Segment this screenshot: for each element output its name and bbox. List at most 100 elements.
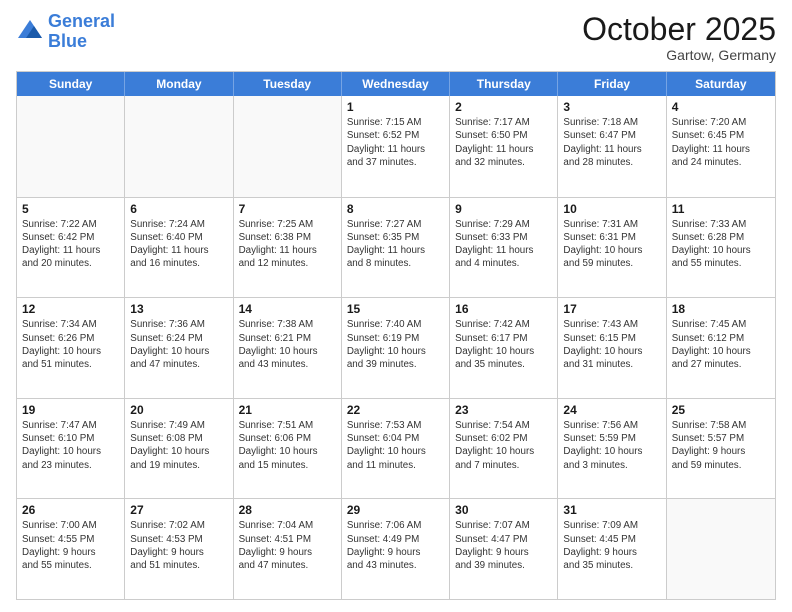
- cell-text: Sunrise: 7:54 AM Sunset: 6:02 PM Dayligh…: [455, 419, 552, 472]
- calendar-cell: 26 Sunrise: 7:00 AM Sunset: 4:55 PM Dayli…: [17, 499, 125, 599]
- day-number: 8: [347, 202, 444, 216]
- day-number: 7: [239, 202, 336, 216]
- calendar-cell: 7 Sunrise: 7:25 AM Sunset: 6:38 PM Daylig…: [234, 198, 342, 298]
- cell-text: Sunrise: 7:00 AM Sunset: 4:55 PM Dayligh…: [22, 519, 119, 572]
- cell-text: Sunrise: 7:40 AM Sunset: 6:19 PM Dayligh…: [347, 318, 444, 371]
- cell-text: Sunrise: 7:58 AM Sunset: 5:57 PM Dayligh…: [672, 419, 770, 472]
- calendar-body: 1 Sunrise: 7:15 AM Sunset: 6:52 PM Daylig…: [17, 96, 775, 599]
- cell-text: Sunrise: 7:29 AM Sunset: 6:33 PM Dayligh…: [455, 218, 552, 271]
- day-number: 1: [347, 100, 444, 114]
- day-number: 14: [239, 302, 336, 316]
- weekday-header: Thursday: [450, 72, 558, 96]
- location: Gartow, Germany: [582, 47, 776, 63]
- calendar-week: 5Sunrise: 7:22 AM Sunset: 6:42 PM Daylig…: [17, 197, 775, 298]
- cell-text: Sunrise: 7:17 AM Sunset: 6:50 PM Dayligh…: [455, 116, 552, 169]
- calendar-cell: 20 Sunrise: 7:49 AM Sunset: 6:08 PM Dayli…: [125, 399, 233, 499]
- day-number: 18: [672, 302, 770, 316]
- calendar-week: 1 Sunrise: 7:15 AM Sunset: 6:52 PM Daylig…: [17, 96, 775, 197]
- day-number: 28: [239, 503, 336, 517]
- logo-text: General Blue: [48, 12, 115, 52]
- weekday-header: Tuesday: [234, 72, 342, 96]
- calendar-cell: 29 Sunrise: 7:06 AM Sunset: 4:49 PM Dayli…: [342, 499, 450, 599]
- cell-text: Sunrise: 7:06 AM Sunset: 4:49 PM Dayligh…: [347, 519, 444, 572]
- calendar-cell: 16 Sunrise: 7:42 AM Sunset: 6:17 PM Dayli…: [450, 298, 558, 398]
- day-number: 20: [130, 403, 227, 417]
- calendar-week: 12 Sunrise: 7:34 AM Sunset: 6:26 PM Dayli…: [17, 297, 775, 398]
- calendar-cell: 30 Sunrise: 7:07 AM Sunset: 4:47 PM Dayli…: [450, 499, 558, 599]
- logo: General Blue: [16, 12, 115, 52]
- cell-text: Sunrise: 7:25 AM Sunset: 6:38 PM Dayligh…: [239, 218, 336, 271]
- day-number: 21: [239, 403, 336, 417]
- cell-text: Sunrise: 7:33 AM Sunset: 6:28 PM Dayligh…: [672, 218, 770, 271]
- weekday-header: Saturday: [667, 72, 775, 96]
- calendar-cell: 4 Sunrise: 7:20 AM Sunset: 6:45 PM Daylig…: [667, 96, 775, 197]
- day-number: 31: [563, 503, 660, 517]
- day-number: 15: [347, 302, 444, 316]
- calendar-week: 19 Sunrise: 7:47 AM Sunset: 6:10 PM Dayli…: [17, 398, 775, 499]
- calendar-cell: 8 Sunrise: 7:27 AM Sunset: 6:35 PM Daylig…: [342, 198, 450, 298]
- day-number: 9: [455, 202, 552, 216]
- cell-text: Sunrise: 7:24 AM Sunset: 6:40 PM Dayligh…: [130, 218, 227, 271]
- cell-text: Sunrise: 7:04 AM Sunset: 4:51 PM Dayligh…: [239, 519, 336, 572]
- cell-text: Sunrise: 7:51 AM Sunset: 6:06 PM Dayligh…: [239, 419, 336, 472]
- calendar-cell: 17Sunrise: 7:43 AM Sunset: 6:15 PM Dayli…: [558, 298, 666, 398]
- month-title: October 2025: [582, 12, 776, 47]
- day-number: 10: [563, 202, 660, 216]
- calendar-cell: 21 Sunrise: 7:51 AM Sunset: 6:06 PM Dayli…: [234, 399, 342, 499]
- calendar-cell: 5Sunrise: 7:22 AM Sunset: 6:42 PM Daylig…: [17, 198, 125, 298]
- calendar-cell: [667, 499, 775, 599]
- calendar-cell: [234, 96, 342, 197]
- calendar-cell: 12 Sunrise: 7:34 AM Sunset: 6:26 PM Dayli…: [17, 298, 125, 398]
- cell-text: Sunrise: 7:07 AM Sunset: 4:47 PM Dayligh…: [455, 519, 552, 572]
- cell-text: Sunrise: 7:31 AM Sunset: 6:31 PM Dayligh…: [563, 218, 660, 271]
- day-number: 3: [563, 100, 660, 114]
- cell-text: Sunrise: 7:42 AM Sunset: 6:17 PM Dayligh…: [455, 318, 552, 371]
- cell-text: Sunrise: 7:20 AM Sunset: 6:45 PM Dayligh…: [672, 116, 770, 169]
- day-number: 30: [455, 503, 552, 517]
- calendar-cell: 27Sunrise: 7:02 AM Sunset: 4:53 PM Dayli…: [125, 499, 233, 599]
- day-number: 13: [130, 302, 227, 316]
- cell-text: Sunrise: 7:45 AM Sunset: 6:12 PM Dayligh…: [672, 318, 770, 371]
- day-number: 24: [563, 403, 660, 417]
- cell-text: Sunrise: 7:02 AM Sunset: 4:53 PM Dayligh…: [130, 519, 227, 572]
- day-number: 26: [22, 503, 119, 517]
- cell-text: Sunrise: 7:18 AM Sunset: 6:47 PM Dayligh…: [563, 116, 660, 169]
- day-number: 16: [455, 302, 552, 316]
- day-number: 22: [347, 403, 444, 417]
- calendar: SundayMondayTuesdayWednesdayThursdayFrid…: [16, 71, 776, 600]
- calendar-cell: 25Sunrise: 7:58 AM Sunset: 5:57 PM Dayli…: [667, 399, 775, 499]
- day-number: 4: [672, 100, 770, 114]
- calendar-cell: 23 Sunrise: 7:54 AM Sunset: 6:02 PM Dayli…: [450, 399, 558, 499]
- logo-icon: [16, 18, 44, 46]
- title-block: October 2025 Gartow, Germany: [582, 12, 776, 63]
- cell-text: Sunrise: 7:49 AM Sunset: 6:08 PM Dayligh…: [130, 419, 227, 472]
- cell-text: Sunrise: 7:27 AM Sunset: 6:35 PM Dayligh…: [347, 218, 444, 271]
- calendar-cell: 10 Sunrise: 7:31 AM Sunset: 6:31 PM Dayli…: [558, 198, 666, 298]
- calendar-cell: 11 Sunrise: 7:33 AM Sunset: 6:28 PM Dayli…: [667, 198, 775, 298]
- cell-text: Sunrise: 7:53 AM Sunset: 6:04 PM Dayligh…: [347, 419, 444, 472]
- cell-text: Sunrise: 7:09 AM Sunset: 4:45 PM Dayligh…: [563, 519, 660, 572]
- cell-text: Sunrise: 7:43 AM Sunset: 6:15 PM Dayligh…: [563, 318, 660, 371]
- calendar-cell: 1 Sunrise: 7:15 AM Sunset: 6:52 PM Daylig…: [342, 96, 450, 197]
- cell-text: Sunrise: 7:22 AM Sunset: 6:42 PM Dayligh…: [22, 218, 119, 271]
- cell-text: Sunrise: 7:47 AM Sunset: 6:10 PM Dayligh…: [22, 419, 119, 472]
- day-number: 12: [22, 302, 119, 316]
- calendar-cell: 15 Sunrise: 7:40 AM Sunset: 6:19 PM Dayli…: [342, 298, 450, 398]
- page: General Blue October 2025 Gartow, German…: [0, 0, 792, 612]
- calendar-cell: 9 Sunrise: 7:29 AM Sunset: 6:33 PM Daylig…: [450, 198, 558, 298]
- calendar-cell: [17, 96, 125, 197]
- day-number: 23: [455, 403, 552, 417]
- calendar-cell: 18 Sunrise: 7:45 AM Sunset: 6:12 PM Dayli…: [667, 298, 775, 398]
- calendar-cell: 19 Sunrise: 7:47 AM Sunset: 6:10 PM Dayli…: [17, 399, 125, 499]
- calendar-cell: 14Sunrise: 7:38 AM Sunset: 6:21 PM Dayli…: [234, 298, 342, 398]
- calendar-cell: 13Sunrise: 7:36 AM Sunset: 6:24 PM Dayli…: [125, 298, 233, 398]
- cell-text: Sunrise: 7:15 AM Sunset: 6:52 PM Dayligh…: [347, 116, 444, 169]
- calendar-cell: 24Sunrise: 7:56 AM Sunset: 5:59 PM Dayli…: [558, 399, 666, 499]
- calendar-header: SundayMondayTuesdayWednesdayThursdayFrid…: [17, 72, 775, 96]
- calendar-week: 26 Sunrise: 7:00 AM Sunset: 4:55 PM Dayli…: [17, 498, 775, 599]
- cell-text: Sunrise: 7:34 AM Sunset: 6:26 PM Dayligh…: [22, 318, 119, 371]
- calendar-cell: 28 Sunrise: 7:04 AM Sunset: 4:51 PM Dayli…: [234, 499, 342, 599]
- day-number: 29: [347, 503, 444, 517]
- day-number: 19: [22, 403, 119, 417]
- day-number: 11: [672, 202, 770, 216]
